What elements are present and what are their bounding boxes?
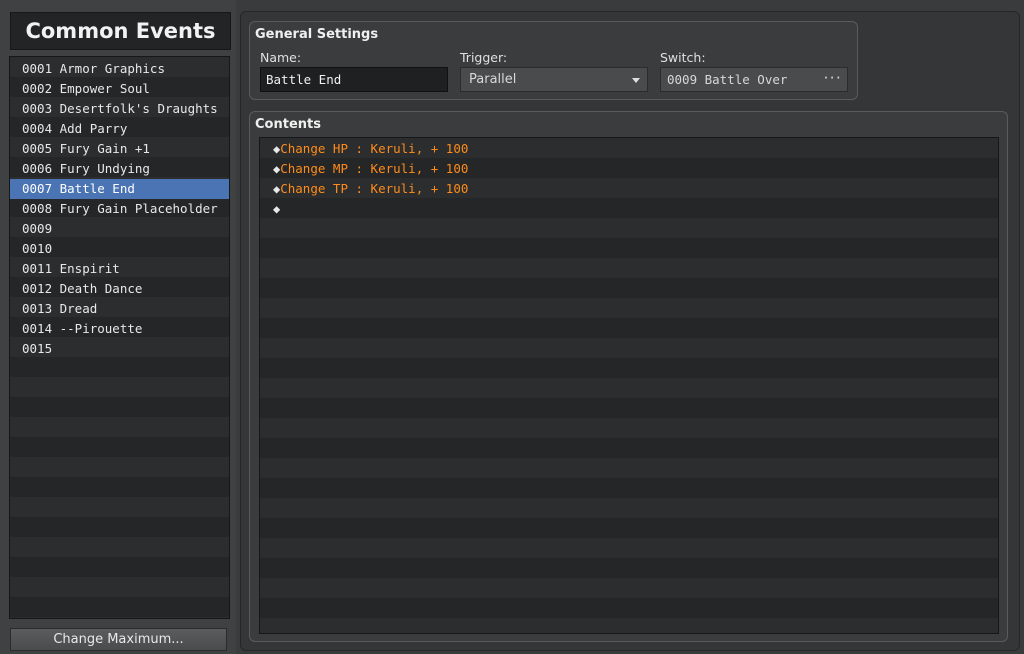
- command-text: Change TP : Keruli, + 100: [280, 181, 469, 196]
- list-header: Common Events: [10, 12, 231, 50]
- command-text: Change HP : Keruli, + 100: [280, 141, 469, 156]
- switch-label: Switch:: [660, 50, 706, 65]
- list-item[interactable]: 0010: [10, 239, 229, 259]
- list-item[interactable]: 0005 Fury Gain +1: [10, 139, 229, 159]
- command-text: Change MP : Keruli, + 100: [280, 161, 469, 176]
- list-item[interactable]: 0003 Desertfolk's Draughts: [10, 99, 229, 119]
- switch-select[interactable]: 0009 Battle Over ···: [660, 67, 848, 92]
- trigger-label: Trigger:: [460, 50, 508, 65]
- command-row[interactable]: ◆Change TP : Keruli, + 100: [260, 179, 998, 199]
- command-row[interactable]: ◆: [260, 199, 998, 219]
- list-item[interactable]: 0008 Fury Gain Placeholder: [10, 199, 229, 219]
- list-item[interactable]: 0015: [10, 339, 229, 359]
- trigger-value: Parallel: [469, 72, 517, 87]
- chevron-down-icon: [632, 78, 640, 83]
- list-item[interactable]: 0004 Add Parry: [10, 119, 229, 139]
- contents-title: Contents: [255, 117, 321, 132]
- common-events-pane: Common Events 0001 Armor Graphics 0002 Em…: [0, 0, 236, 654]
- command-row[interactable]: ◆Change MP : Keruli, + 100: [260, 159, 998, 179]
- list-item[interactable]: 0011 Enspirit: [10, 259, 229, 279]
- command-row[interactable]: ◆Change HP : Keruli, + 100: [260, 139, 998, 159]
- list-item[interactable]: 0001 Armor Graphics: [10, 59, 229, 79]
- list-item[interactable]: 0006 Fury Undying: [10, 159, 229, 179]
- command-list[interactable]: ◆Change HP : Keruli, + 100 ◆Change MP : K…: [259, 137, 999, 634]
- ellipsis-icon[interactable]: ···: [822, 71, 842, 85]
- list-item[interactable]: 0014 --Pirouette: [10, 319, 229, 339]
- list-item[interactable]: 0009: [10, 219, 229, 239]
- list-item[interactable]: 0012 Death Dance: [10, 279, 229, 299]
- list-item[interactable]: 0002 Empower Soul: [10, 79, 229, 99]
- trigger-select[interactable]: Parallel: [460, 67, 648, 92]
- diamond-icon: ◆: [273, 202, 281, 216]
- name-label: Name:: [260, 50, 302, 65]
- common-event-list[interactable]: 0001 Armor Graphics 0002 Empower Soul 0003…: [9, 56, 230, 619]
- list-item-selected[interactable]: 0007 Battle End: [10, 179, 229, 199]
- general-settings-title: General Settings: [255, 27, 379, 42]
- list-item[interactable]: 0013 Dread: [10, 299, 229, 319]
- switch-value: 0009 Battle Over: [667, 72, 788, 87]
- name-input[interactable]: [260, 67, 448, 92]
- change-maximum-button[interactable]: Change Maximum...: [10, 628, 227, 651]
